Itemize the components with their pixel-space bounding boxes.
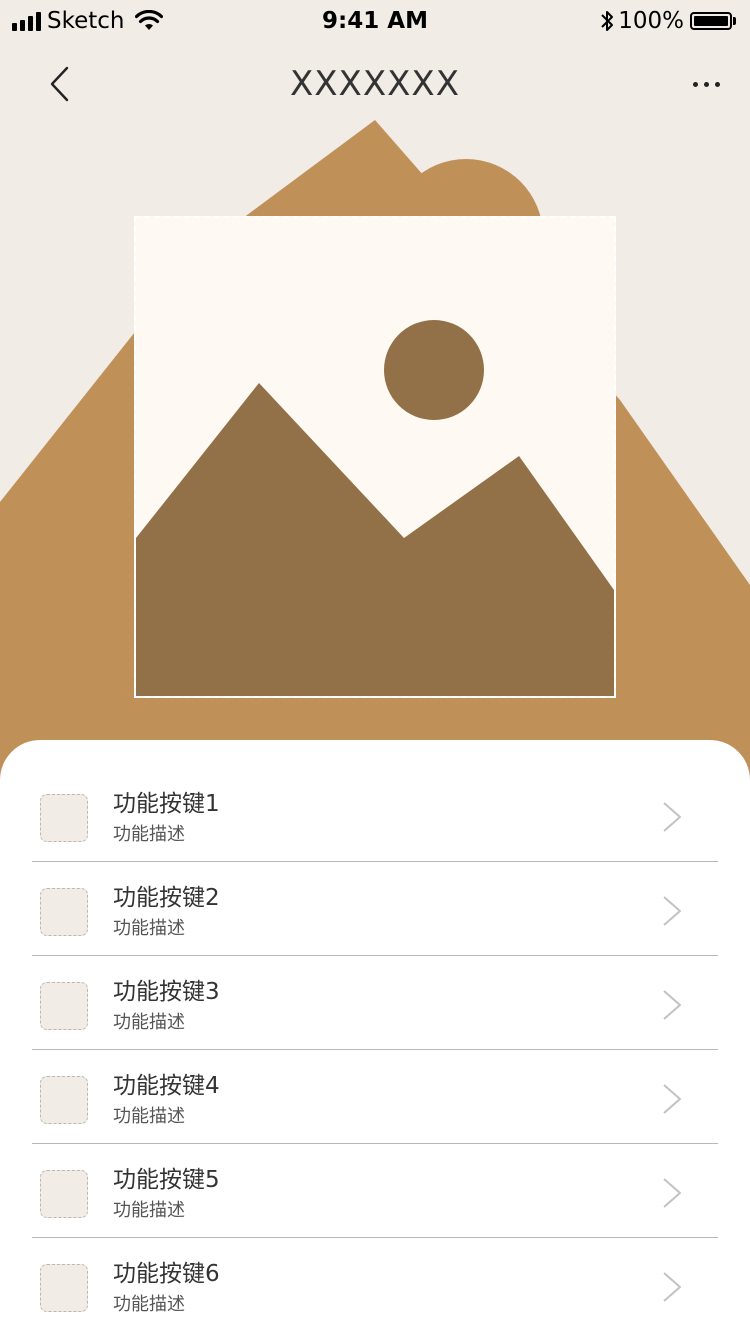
chevron-right-icon: [663, 1084, 681, 1114]
item-icon: [40, 1170, 88, 1218]
nav-bar: XXXXXXX: [0, 44, 750, 124]
page-title: XXXXXXX: [289, 64, 461, 104]
bluetooth-icon: [601, 11, 614, 31]
status-bar: Sketch 9:41 AM 100%: [0, 0, 750, 40]
item-icon: [40, 1076, 88, 1124]
item-description: 功能描述: [113, 1106, 185, 1127]
item-title: 功能按键3: [113, 979, 220, 1005]
list-item[interactable]: 功能按键5 功能描述: [32, 1144, 718, 1238]
item-title: 功能按键1: [113, 791, 220, 817]
battery-icon: [690, 12, 732, 30]
item-icon: [40, 1264, 88, 1312]
more-icon: [692, 81, 698, 87]
item-icon: [40, 794, 88, 842]
list-item[interactable]: 功能按键3 功能描述: [32, 956, 718, 1050]
status-right: 100%: [600, 6, 736, 36]
chevron-right-icon: [663, 802, 681, 832]
chevron-right-icon: [663, 1178, 681, 1208]
more-button[interactable]: [684, 62, 728, 106]
item-description: 功能描述: [113, 824, 185, 845]
chevron-right-icon: [663, 896, 681, 926]
menu-sheet: 功能按键1 功能描述 功能按键2 功能描述 功能按键3 功能描述 功能按键4 功…: [0, 740, 750, 1340]
item-title: 功能按键5: [113, 1167, 220, 1193]
list-item[interactable]: 功能按键2 功能描述: [32, 862, 718, 956]
item-description: 功能描述: [113, 1294, 185, 1315]
hero-image: [134, 216, 616, 698]
more-dot: [703, 81, 709, 87]
list-item[interactable]: 功能按键6 功能描述: [32, 1238, 718, 1332]
battery-cap: [733, 17, 736, 25]
item-title: 功能按键2: [113, 885, 220, 911]
image-placeholder-icon: [136, 320, 614, 696]
item-title: 功能按键6: [113, 1261, 220, 1287]
item-icon: [40, 982, 88, 1030]
chevron-right-icon: [663, 990, 681, 1020]
item-description: 功能描述: [113, 1200, 185, 1221]
list-item[interactable]: 功能按键4 功能描述: [32, 1050, 718, 1144]
item-icon: [40, 888, 88, 936]
battery-percent: 100%: [618, 8, 684, 34]
item-description: 功能描述: [113, 918, 185, 939]
item-description: 功能描述: [113, 1012, 185, 1033]
chevron-right-icon: [663, 1272, 681, 1302]
more-dot: [714, 81, 720, 87]
item-title: 功能按键4: [113, 1073, 220, 1099]
list-item[interactable]: 功能按键1 功能描述: [32, 768, 718, 862]
